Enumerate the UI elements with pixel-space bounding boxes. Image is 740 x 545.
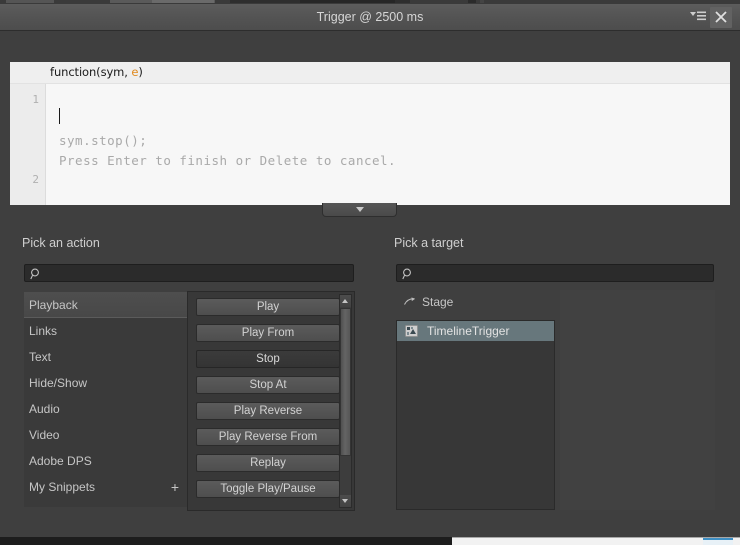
scroll-down-arrow-icon — [342, 499, 348, 503]
target-detail-pane — [560, 290, 715, 510]
dialog-titlebar[interactable]: Trigger @ 2500 ms — [0, 4, 740, 31]
category-label: Audio — [29, 402, 60, 416]
search-icon — [402, 268, 411, 280]
action-search-box[interactable] — [24, 264, 354, 283]
symbol-icon — [405, 325, 418, 337]
action-button-stop-at[interactable]: Stop At — [196, 376, 340, 394]
bg-strip-segment — [300, 0, 395, 3]
category-label: Adobe DPS — [29, 454, 92, 468]
target-item-timelinetrigger[interactable]: TimelineTrigger — [397, 321, 554, 341]
editor-text-area[interactable]: sym.stop(); Press Enter to finish or Del… — [46, 84, 730, 205]
editor-collapse-handle[interactable] — [322, 203, 397, 217]
category-label: Hide/Show — [29, 376, 88, 390]
target-stage-row[interactable]: Stage — [400, 293, 555, 311]
editor-signature-bar: function(sym, e) — [10, 62, 730, 84]
actions-scrollbar[interactable] — [339, 294, 352, 508]
category-label: Links — [29, 324, 58, 338]
search-icon — [30, 268, 39, 280]
trigger-dialog-window: Trigger @ 2500 ms function(sym, e) 1 2 s… — [0, 0, 740, 545]
chevron-down-icon — [355, 207, 364, 212]
category-item-video[interactable]: Video — [24, 422, 187, 448]
function-signature: function(sym, e) — [50, 65, 143, 79]
category-label: Video — [29, 428, 60, 442]
code-editor[interactable]: function(sym, e) 1 2 sym.stop(); Press E… — [10, 62, 730, 205]
line-number: 2 — [32, 173, 39, 186]
category-item-playback[interactable]: Playback — [24, 292, 187, 318]
scroll-up-arrow-icon — [342, 299, 348, 303]
category-label: Playback — [29, 298, 78, 312]
pick-an-action-heading: Pick an action — [22, 236, 100, 250]
signature-suffix: ) — [138, 65, 143, 79]
add-snippet-icon[interactable]: + — [171, 474, 179, 500]
background-window-bottom-light — [452, 537, 740, 545]
editor-hint-line: Press Enter to finish or Delete to cance… — [59, 153, 397, 168]
category-item-audio[interactable]: Audio — [24, 396, 187, 422]
bg-strip-segment — [152, 0, 214, 3]
target-list[interactable]: TimelineTrigger — [396, 320, 555, 510]
close-button[interactable] — [710, 7, 732, 28]
action-buttons-panel: Play Play From Stop Stop At Play Reverse… — [187, 291, 355, 511]
bg-strip-segment — [480, 0, 484, 3]
action-button-play[interactable]: Play — [196, 298, 340, 316]
stage-arrow-icon — [404, 297, 415, 305]
scroll-down-button[interactable] — [340, 495, 351, 507]
bg-strip-segment — [6, 0, 54, 3]
category-label: My Snippets — [29, 480, 96, 494]
action-button-stop[interactable]: Stop — [196, 350, 340, 368]
target-search-box[interactable] — [396, 264, 714, 283]
action-search-input[interactable] — [47, 265, 349, 283]
editor-line-number-gutter: 1 2 — [10, 84, 46, 205]
close-icon — [715, 11, 727, 23]
category-item-my-snippets[interactable]: My Snippets + — [24, 474, 187, 500]
target-search-input[interactable] — [419, 265, 709, 283]
bg-strip-segment — [468, 0, 476, 3]
text-caret — [59, 108, 60, 124]
scrollbar-thumb[interactable] — [340, 308, 351, 456]
category-item-hide-show[interactable]: Hide/Show — [24, 370, 187, 396]
action-button-play-reverse[interactable]: Play Reverse — [196, 402, 340, 420]
scroll-up-button[interactable] — [340, 295, 351, 307]
action-button-play-from[interactable]: Play From — [196, 324, 340, 342]
editor-hint-line: sym.stop(); — [59, 133, 148, 148]
page-title: Trigger @ 2500 ms — [316, 10, 424, 24]
category-item-adobe-dps[interactable]: Adobe DPS — [24, 448, 187, 474]
category-item-links[interactable]: Links — [24, 318, 187, 344]
signature-prefix: function(sym, — [50, 65, 132, 79]
action-button-play-reverse-from[interactable]: Play Reverse From — [196, 428, 340, 446]
line-number: 1 — [32, 93, 39, 106]
category-label: Text — [29, 350, 52, 364]
category-item-text[interactable]: Text — [24, 344, 187, 370]
action-button-replay[interactable]: Replay — [196, 454, 340, 472]
background-window-bottom-accent — [703, 538, 733, 545]
action-button-toggle-play-pause[interactable]: Toggle Play/Pause — [196, 480, 340, 498]
target-item-label: TimelineTrigger — [427, 324, 510, 338]
pick-a-target-heading: Pick a target — [394, 236, 464, 250]
action-category-list[interactable]: Playback Links Text Hide/Show Audio Vide… — [24, 292, 187, 507]
panel-menu-icon[interactable] — [690, 11, 706, 23]
stage-label: Stage — [422, 295, 454, 309]
